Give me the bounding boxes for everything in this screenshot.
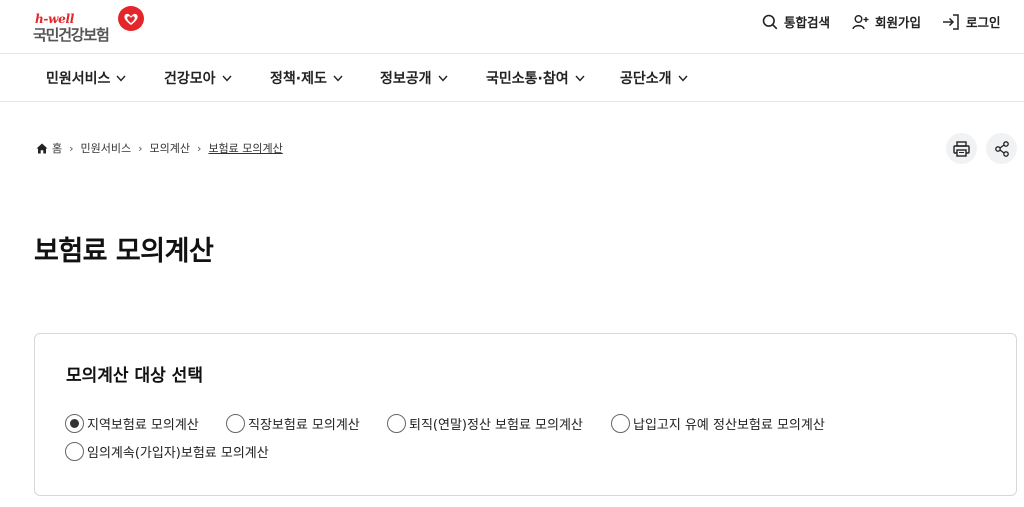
radio-workplace-premium[interactable]: 직장보험료 모의계산 — [226, 414, 360, 433]
nav-item-health-moa[interactable]: 건강모아 — [164, 68, 232, 88]
logo-name: 국민건강보험 — [33, 26, 110, 44]
radio-deferred-settlement-premium[interactable]: 납입고지 유예 정산보험료 모의계산 — [611, 414, 825, 433]
print-button[interactable] — [946, 133, 977, 164]
share-icon — [994, 140, 1009, 157]
nav-item-disclosure[interactable]: 정보공개 — [380, 68, 448, 88]
chevron-right-icon: › — [138, 141, 143, 155]
nav-item-label: 정책·제도 — [270, 71, 327, 87]
radio-regional-premium[interactable]: 지역보험료 모의계산 — [65, 414, 199, 433]
calculation-target-card: 모의계산 대상 선택 지역보험료 모의계산 직장보험료 모의계산 퇴직(연말)정… — [34, 333, 1017, 496]
home-icon[interactable] — [36, 143, 48, 154]
nav-item-about[interactable]: 공단소개 — [620, 68, 688, 88]
nav-item-policy[interactable]: 정책·제도 — [270, 68, 343, 88]
page-title: 보험료 모의계산 — [34, 236, 214, 267]
nav-item-label: 공단소개 — [620, 71, 672, 87]
site-header: h-well 국민건강보험 통합검색 회원가입 로그인 — [0, 0, 1024, 54]
breadcrumb-home[interactable]: 홈 — [52, 140, 62, 156]
chevron-down-icon — [575, 75, 585, 82]
login-button[interactable]: 로그인 — [942, 12, 1001, 31]
chevron-down-icon — [438, 75, 448, 82]
search-label: 통합검색 — [784, 15, 831, 30]
radio-label: 직장보험료 모의계산 — [248, 418, 360, 433]
radio-voluntary-continuation-premium[interactable]: 임의계속(가입자)보험료 모의계산 — [65, 442, 269, 461]
search-button[interactable]: 통합검색 — [762, 12, 830, 31]
chevron-down-icon — [116, 75, 126, 82]
join-button[interactable]: 회원가입 — [852, 12, 921, 31]
breadcrumb-current[interactable]: 보험료 모의계산 — [208, 140, 282, 156]
radio-button[interactable] — [611, 414, 630, 433]
radio-label: 퇴직(연말)정산 보험료 모의계산 — [409, 418, 583, 433]
chevron-right-icon: › — [197, 141, 202, 155]
login-label: 로그인 — [966, 15, 1001, 30]
nav-item-label: 민원서비스 — [46, 71, 111, 87]
add-user-icon — [852, 14, 869, 29]
search-icon — [762, 14, 778, 29]
nav-item-label: 건강모아 — [164, 71, 216, 87]
radio-label: 임의계속(가입자)보험료 모의계산 — [87, 446, 269, 461]
chevron-down-icon — [222, 75, 232, 82]
breadcrumb-level2[interactable]: 모의계산 — [150, 140, 190, 156]
chevron-down-icon — [678, 75, 688, 82]
join-label: 회원가입 — [875, 15, 922, 30]
card-title: 모의계산 대상 선택 — [66, 366, 203, 386]
radio-button[interactable] — [387, 414, 406, 433]
radio-label: 지역보험료 모의계산 — [87, 418, 199, 433]
breadcrumb: 홈 › 민원서비스 › 모의계산 › 보험료 모의계산 — [36, 140, 283, 156]
breadcrumb-level1[interactable]: 민원서비스 — [81, 140, 132, 156]
nav-item-participation[interactable]: 국민소통·참여 — [486, 68, 585, 88]
share-button[interactable] — [986, 133, 1017, 164]
nav-item-label: 정보공개 — [380, 71, 432, 87]
main-navigation: 민원서비스 건강모아 정책·제도 정보공개 국민소통·참여 공단소개 — [0, 54, 1024, 102]
radio-label: 납입고지 유예 정산보험료 모의계산 — [633, 418, 825, 433]
chevron-right-icon: › — [69, 141, 74, 155]
heart-logo-icon — [118, 6, 144, 31]
radio-button[interactable] — [65, 414, 84, 433]
chevron-down-icon — [333, 75, 343, 82]
radio-button[interactable] — [65, 442, 84, 461]
login-icon — [943, 13, 959, 30]
print-icon — [953, 140, 970, 157]
radio-button[interactable] — [226, 414, 245, 433]
radio-retirement-settlement-premium[interactable]: 퇴직(연말)정산 보험료 모의계산 — [387, 414, 583, 433]
nav-item-civil-service[interactable]: 민원서비스 — [46, 68, 126, 88]
nav-item-label: 국민소통·참여 — [486, 71, 569, 87]
site-logo[interactable]: h-well 국민건강보험 — [33, 6, 148, 46]
